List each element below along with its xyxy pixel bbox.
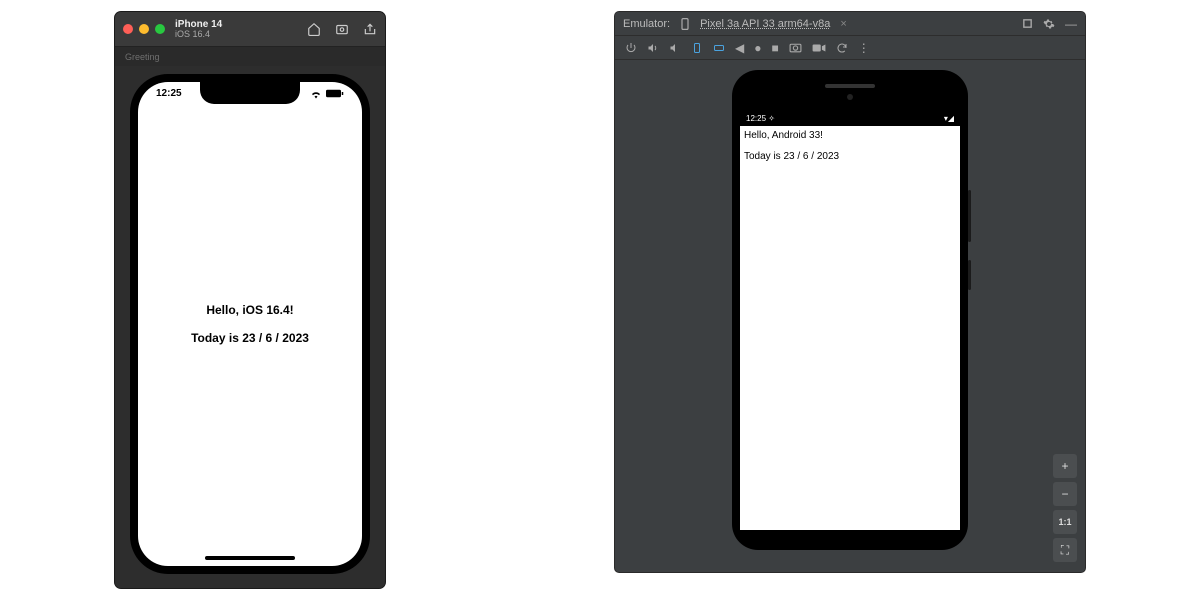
share-icon[interactable] [363,22,377,36]
window-restore-icon[interactable] [1022,18,1033,29]
reload-icon[interactable] [836,42,848,54]
screenshot-icon[interactable] [335,22,349,36]
zoom-actual-button[interactable]: 1:1 [1053,510,1077,534]
rotate-right-icon[interactable] [713,42,725,54]
pixel-camera-dot [847,94,853,100]
record-icon[interactable] [812,43,826,53]
iphone-frame: 12:25 Hello, iOS 16.4! Today is 23 / 6 /… [130,74,370,574]
back-nav-icon[interactable]: ◀ [735,41,744,55]
phone-icon [680,18,690,30]
status-time: 12:25 [746,114,766,123]
zoom-controls: + − 1:1 ⛶ [1053,454,1077,562]
pixel-screen: 12:25 ✧ ▾◢ Hello, Android 33! Today is 2… [740,110,960,530]
volume-up-icon[interactable] [647,42,659,54]
android-date-text: Today is 23 / 6 / 2023 [744,151,956,162]
android-greeting-text: Hello, Android 33! [744,130,956,141]
emulator-device-name[interactable]: Pixel 3a API 33 arm64-v8a [700,18,830,30]
emulator-label: Emulator: [623,18,670,30]
iphone-notch [200,82,300,104]
status-time: 12:25 [156,88,182,99]
settings-gear-icon[interactable] [1043,18,1055,30]
zoom-window-button[interactable] [155,24,165,34]
pixel-frame: 12:25 ✧ ▾◢ Hello, Android 33! Today is 2… [732,70,968,550]
power-icon[interactable] [625,42,637,54]
ios-simulator-window: iPhone 14 iOS 16.4 Greeting 12:25 [115,12,385,588]
ios-tab[interactable]: Greeting [125,52,160,62]
ios-tabbar: Greeting [115,46,385,66]
zoom-fit-button[interactable]: ⛶ [1053,538,1077,562]
minimize-icon[interactable]: — [1065,17,1077,31]
debug-icon: ✧ [768,114,775,123]
ios-os-subtitle: iOS 16.4 [175,30,222,40]
home-icon[interactable] [307,22,321,36]
pixel-power-button[interactable] [968,260,971,290]
android-toolbar: ◀ ● ■ ⋮ [615,36,1085,60]
pixel-volume-button[interactable] [968,190,971,242]
close-window-button[interactable] [123,24,133,34]
android-emulator-window: Emulator: Pixel 3a API 33 arm64-v8a × — [615,12,1085,572]
ios-title-group: iPhone 14 iOS 16.4 [175,19,222,40]
window-traffic-lights [123,24,165,34]
battery-icon [326,89,344,98]
android-emulator-body: 12:25 ✧ ▾◢ Hello, Android 33! Today is 2… [615,60,1085,572]
camera-icon[interactable] [789,42,802,53]
iphone-screen: 12:25 Hello, iOS 16.4! Today is 23 / 6 /… [138,82,362,566]
overview-nav-icon[interactable]: ■ [771,41,778,55]
wifi-icon [310,89,322,99]
ios-simulator-body: 12:25 Hello, iOS 16.4! Today is 23 / 6 /… [115,66,385,588]
android-titlebar: Emulator: Pixel 3a API 33 arm64-v8a × — [615,12,1085,36]
ios-titlebar: iPhone 14 iOS 16.4 [115,12,385,46]
status-right-icons: ▾◢ [944,114,954,123]
zoom-out-button[interactable]: − [1053,482,1077,506]
volume-down-icon[interactable] [669,42,681,54]
zoom-in-button[interactable]: + [1053,454,1077,478]
minimize-window-button[interactable] [139,24,149,34]
iphone-home-indicator[interactable] [205,556,295,560]
ios-device-title: iPhone 14 [175,19,222,30]
more-icon[interactable]: ⋮ [858,41,870,55]
ios-greeting-text: Hello, iOS 16.4! [206,303,293,317]
home-nav-icon[interactable]: ● [754,41,761,55]
pixel-status-bar: 12:25 ✧ ▾◢ [740,110,960,126]
rotate-left-icon[interactable] [691,42,703,54]
ios-date-text: Today is 23 / 6 / 2023 [191,331,309,345]
